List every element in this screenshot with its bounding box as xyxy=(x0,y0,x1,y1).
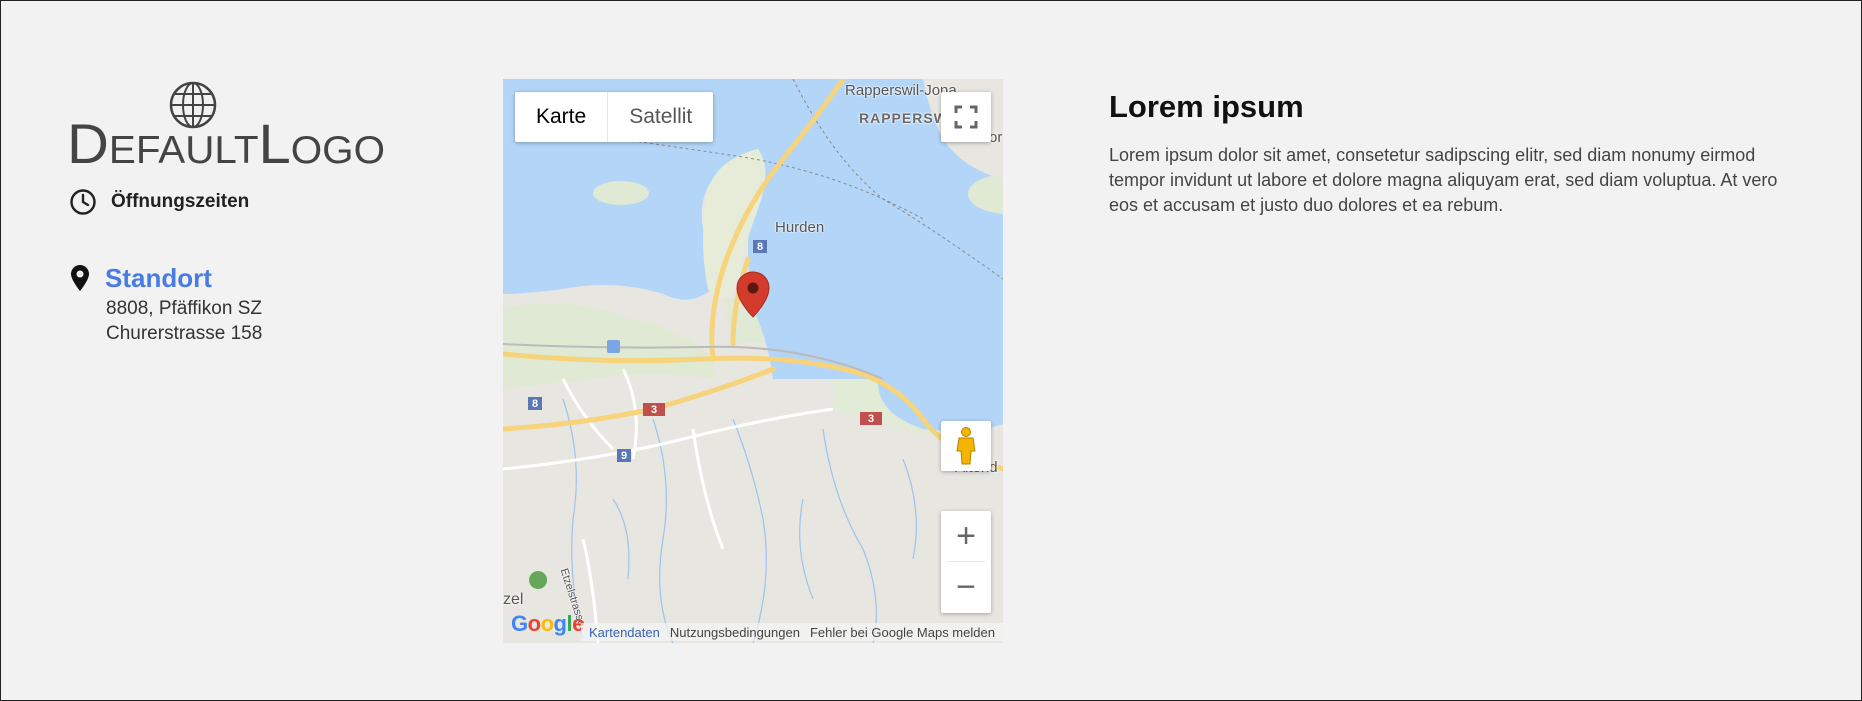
content-body: Lorem ipsum dolor sit amet, consetetur s… xyxy=(1109,145,1778,215)
logo-wordmark: DefaultLogo xyxy=(67,112,385,169)
content-title: Lorem ipsum xyxy=(1109,89,1304,124)
street-view-pegman[interactable] xyxy=(941,421,991,471)
address-line-1: 8808, Pfäffikon SZ xyxy=(106,298,262,319)
svg-text:8: 8 xyxy=(757,241,763,253)
zoom-out-button[interactable]: − xyxy=(941,562,991,612)
map-label-hurden: Hurden xyxy=(775,219,825,236)
opening-hours-link[interactable]: Öffnungszeiten xyxy=(69,187,249,217)
map-type-map-button[interactable]: Karte xyxy=(515,92,607,142)
map-type-control: Karte Satellit xyxy=(515,92,714,142)
map-type-satellite-button[interactable]: Satellit xyxy=(608,92,713,142)
opening-hours-label: Öffnungszeiten xyxy=(111,191,250,212)
svg-text:8: 8 xyxy=(532,398,538,410)
fullscreen-icon xyxy=(954,105,978,129)
zoom-in-button[interactable]: + xyxy=(941,511,991,561)
page-frame: DefaultLogo Öffnungszeiten Standort 8808… xyxy=(0,0,1862,701)
svg-text:3: 3 xyxy=(651,404,657,416)
map-attribution: Kartendaten Nutzungsbedingungen Fehler b… xyxy=(581,623,1003,641)
address-line-2: Churerstrasse 158 xyxy=(106,323,263,344)
svg-text:9: 9 xyxy=(621,450,627,462)
fullscreen-button[interactable] xyxy=(941,92,991,142)
report-error-link[interactable]: Fehler bei Google Maps melden xyxy=(810,625,995,640)
google-logo[interactable]: Google xyxy=(511,611,584,637)
location-title-link[interactable]: Standort xyxy=(105,263,212,294)
svg-text:3: 3 xyxy=(868,413,874,425)
logo-text: DefaultLogo xyxy=(67,112,385,169)
logo[interactable]: DefaultLogo xyxy=(67,79,387,171)
map-data-link[interactable]: Kartendaten xyxy=(589,625,660,640)
clock-icon xyxy=(69,188,97,216)
map-label-rapperswil: Rapperswil-Jona xyxy=(845,82,957,99)
terms-link[interactable]: Nutzungsbedingungen xyxy=(670,625,800,640)
zoom-control: + − xyxy=(941,511,991,613)
map-label-fragment: or xyxy=(989,129,1003,146)
map-tiles[interactable]: 8 3 3 8 9 xyxy=(503,79,1003,643)
map-pin-icon xyxy=(71,265,89,296)
google-map[interactable]: 8 3 3 8 9 Rapperswil-Jona RAPPERSW Hurde… xyxy=(503,79,1003,643)
pegman-icon xyxy=(956,427,976,465)
map-label-etzel: zel xyxy=(503,591,524,608)
map-label-rapperswil-bold: RAPPERSW xyxy=(859,110,948,126)
